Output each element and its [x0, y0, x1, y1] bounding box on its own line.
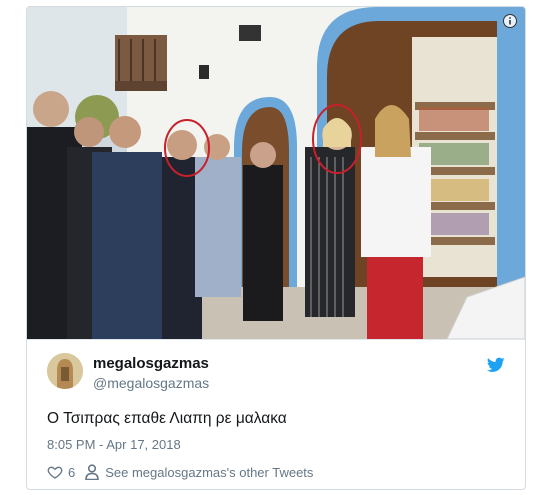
- user-handle[interactable]: @megalosgazmas: [93, 375, 209, 391]
- tweet-text: Ο Τσιπρας επαθε Λιαπη ρε μαλακα: [47, 410, 287, 427]
- embedded-tweet-card: megalosgazmas @megalosgazmas Ο Τσιπρας ε…: [26, 6, 526, 490]
- tweet-body: megalosgazmas @megalosgazmas Ο Τσιπρας ε…: [27, 340, 525, 489]
- avatar[interactable]: [47, 353, 83, 389]
- tweet-photo[interactable]: [27, 7, 525, 340]
- display-name[interactable]: megalosgazmas: [93, 355, 209, 372]
- tweet-timestamp[interactable]: 8:05 PM - Apr 17, 2018: [47, 437, 181, 452]
- person-icon[interactable]: [85, 464, 100, 480]
- like-count: 6: [68, 464, 76, 480]
- twitter-bird-icon[interactable]: [487, 357, 505, 373]
- other-tweets-link[interactable]: See megalosgazmas's other Tweets: [105, 465, 313, 480]
- tweet-actions: 6 See megalosgazmas's other Tweets: [47, 463, 313, 481]
- heart-icon[interactable]: [47, 464, 63, 480]
- info-icon[interactable]: [503, 14, 517, 28]
